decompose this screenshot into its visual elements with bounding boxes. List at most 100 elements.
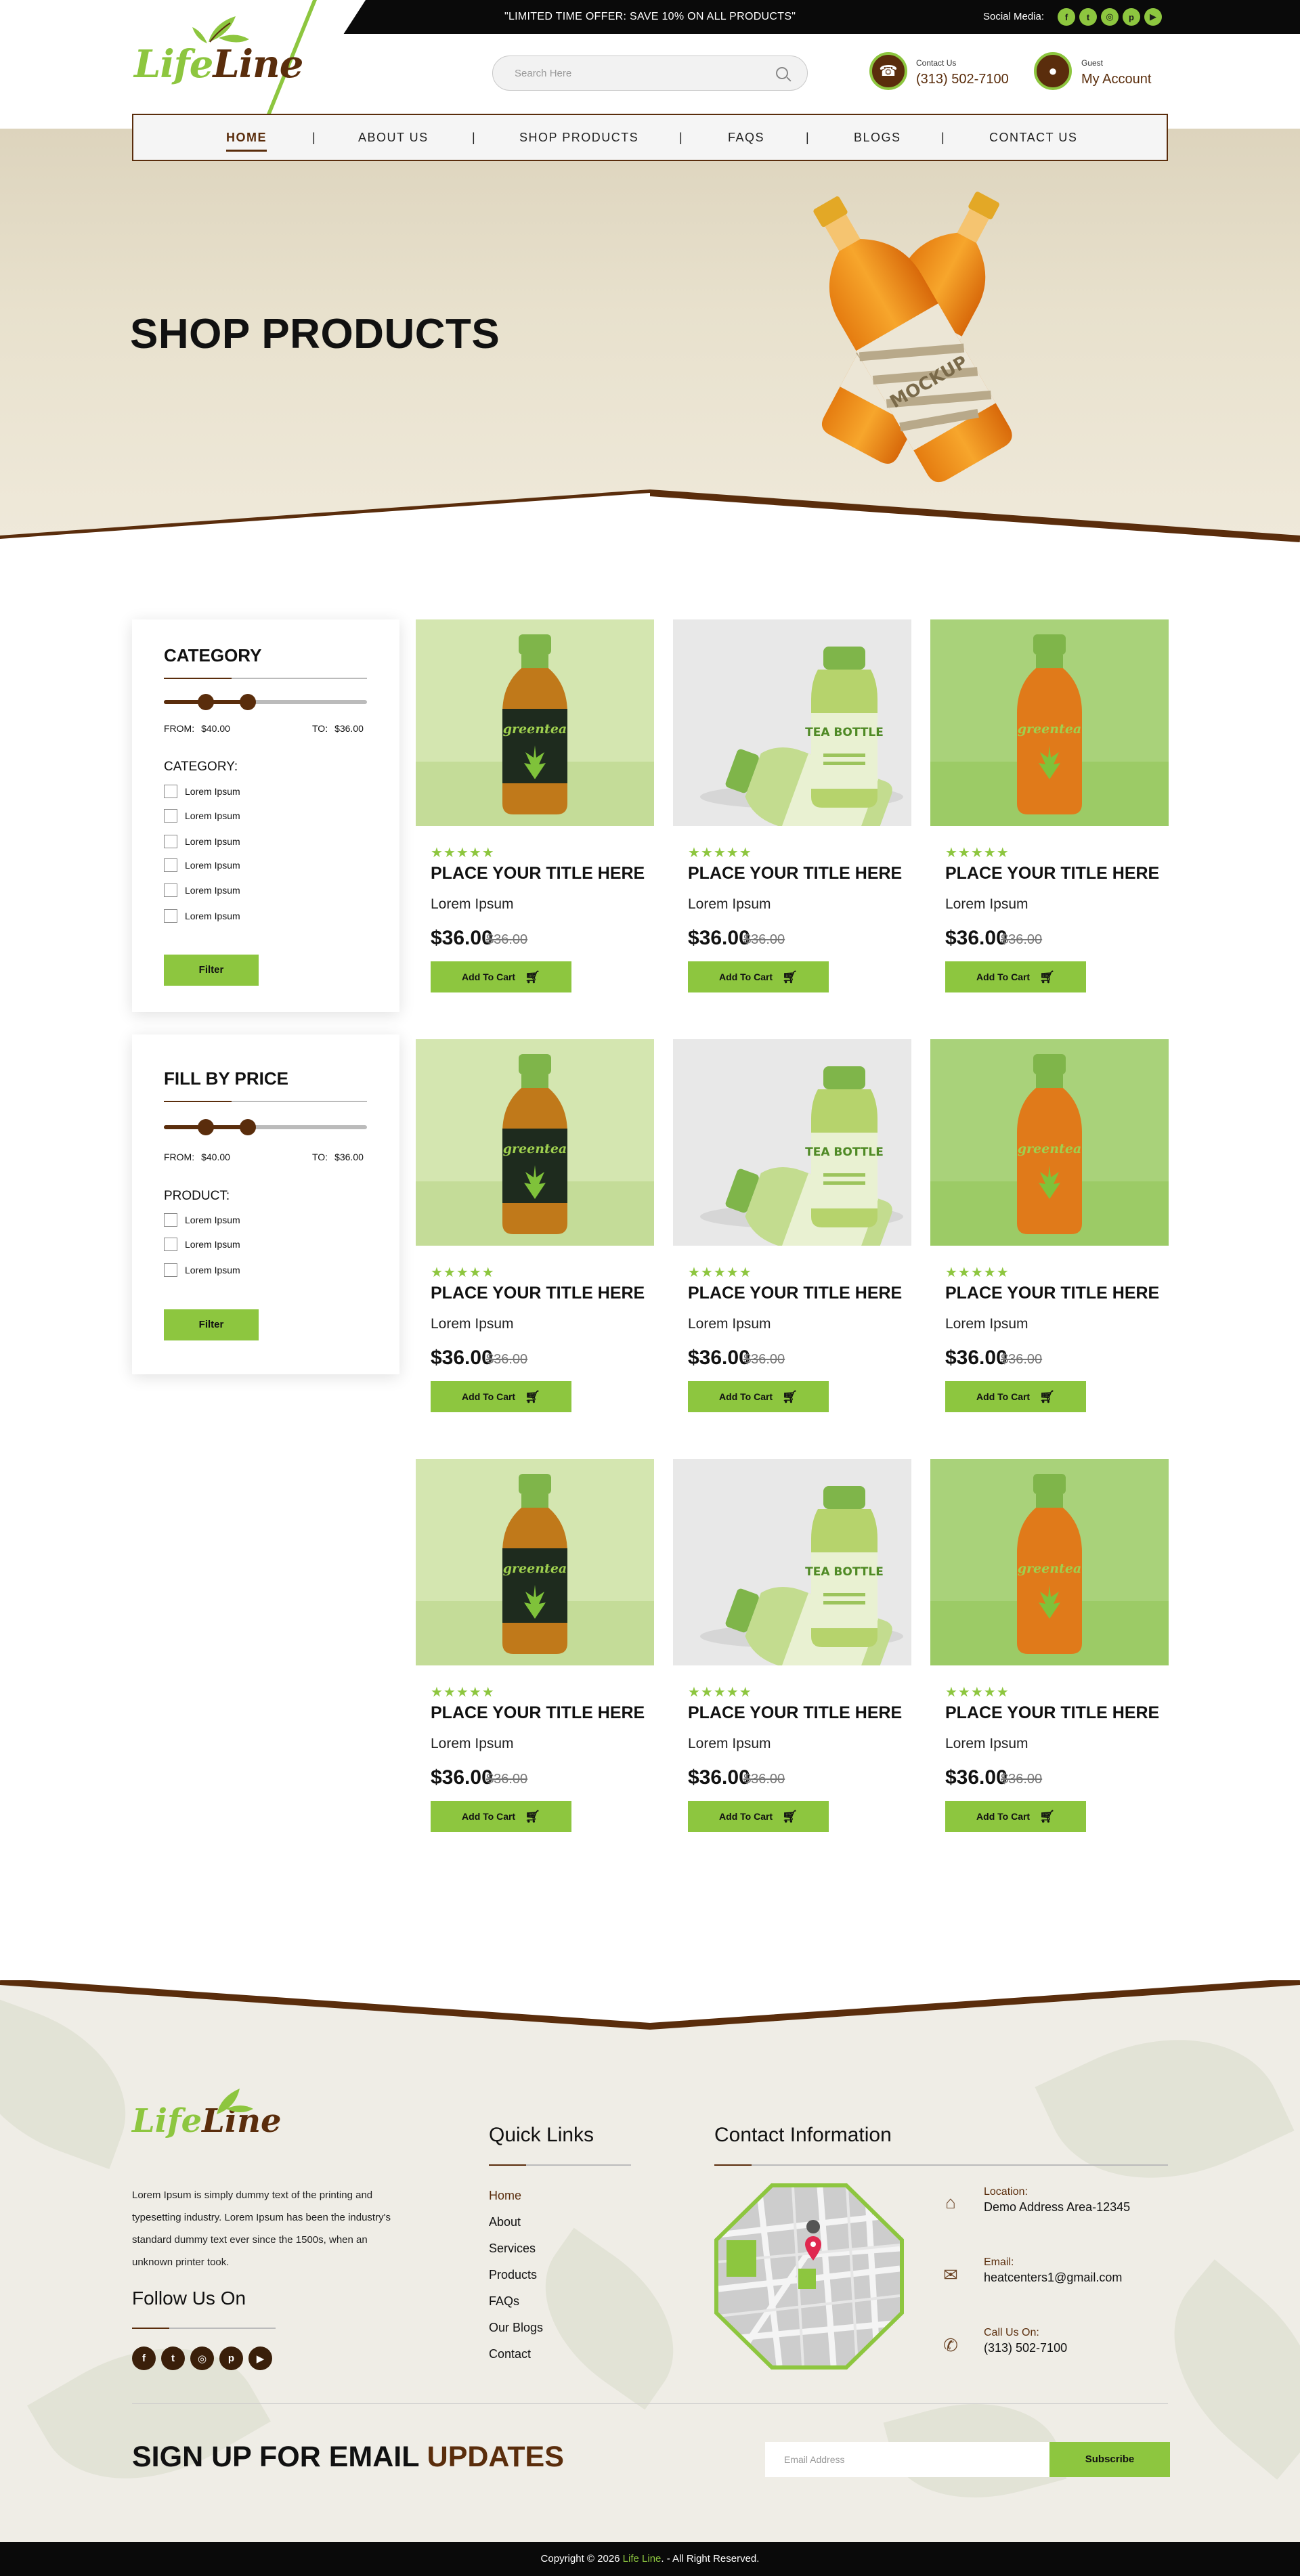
range-min-handle[interactable]	[198, 694, 214, 710]
add-to-cart-button[interactable]: Add To Cart 🛒︎	[945, 1381, 1086, 1412]
phone-icon[interactable]: ☎	[869, 52, 907, 90]
nav-blogs[interactable]: BLOGS	[854, 115, 901, 160]
checkbox[interactable]	[164, 785, 177, 798]
product-title[interactable]: PLACE YOUR TITLE HERE	[431, 1284, 645, 1303]
youtube-icon[interactable]: ▶	[248, 2346, 272, 2370]
range-max-handle[interactable]	[240, 694, 256, 710]
product-title[interactable]: PLACE YOUR TITLE HERE	[945, 864, 1159, 883]
product-title[interactable]: PLACE YOUR TITLE HERE	[688, 864, 902, 883]
footer-link-services[interactable]: Services	[489, 2242, 536, 2256]
product-card[interactable]: greentea ★★★★★ PLACE YOUR TITLE HERE Lor…	[416, 619, 654, 995]
product-title[interactable]: PLACE YOUR TITLE HERE	[945, 1284, 1159, 1303]
category-option[interactable]: Lorem Ipsum	[164, 858, 240, 872]
product-title[interactable]: PLACE YOUR TITLE HERE	[431, 864, 645, 883]
add-to-cart-button[interactable]: Add To Cart 🛒︎	[431, 1381, 571, 1412]
pinterest-icon[interactable]: p	[1123, 8, 1140, 26]
instagram-icon[interactable]: ◎	[190, 2346, 214, 2370]
youtube-icon[interactable]: ▶	[1144, 8, 1162, 26]
contact-phone[interactable]: (313) 502-7100	[916, 72, 1009, 87]
add-to-cart-button[interactable]: Add To Cart 🛒︎	[431, 961, 571, 992]
product-card[interactable]: TEA BOTTLE ★★★★★ PLACE YOUR TITLE HERE L…	[673, 1459, 911, 1835]
my-account-link[interactable]: My Account	[1081, 72, 1151, 87]
category-option[interactable]: Lorem Ipsum	[164, 809, 240, 823]
twitter-icon[interactable]: t	[1079, 8, 1097, 26]
checkbox[interactable]	[164, 858, 177, 872]
footer-link-blogs[interactable]: Our Blogs	[489, 2321, 543, 2335]
nav-about-us[interactable]: ABOUT US	[358, 115, 429, 160]
product-title[interactable]: PLACE YOUR TITLE HERE	[688, 1703, 902, 1723]
checkbox[interactable]	[164, 1263, 177, 1277]
checkbox[interactable]	[164, 1213, 177, 1227]
price-range-slider[interactable]	[164, 1119, 367, 1135]
product-card[interactable]: greentea ★★★★★ PLACE YOUR TITLE HERE Lor…	[416, 1459, 654, 1835]
product-image[interactable]: greentea	[930, 1459, 1169, 1665]
search-input[interactable]: Search Here	[492, 56, 808, 91]
product-title[interactable]: PLACE YOUR TITLE HERE	[431, 1703, 645, 1723]
footer-logo[interactable]: LifeLine	[132, 2089, 282, 2140]
footer-link-about[interactable]: About	[489, 2215, 521, 2229]
category-option[interactable]: Lorem Ipsum	[164, 785, 240, 798]
product-image[interactable]: greentea	[930, 619, 1169, 826]
product-card[interactable]: greentea ★★★★★ PLACE YOUR TITLE HERE Lor…	[930, 619, 1169, 995]
product-option[interactable]: Lorem Ipsum	[164, 1263, 240, 1277]
product-option[interactable]: Lorem Ipsum	[164, 1238, 240, 1251]
product-option[interactable]: Lorem Ipsum	[164, 1213, 240, 1227]
product-title[interactable]: PLACE YOUR TITLE HERE	[688, 1284, 902, 1303]
checkbox[interactable]	[164, 809, 177, 823]
product-card[interactable]: greentea ★★★★★ PLACE YOUR TITLE HERE Lor…	[416, 1039, 654, 1415]
checkbox[interactable]	[164, 883, 177, 897]
checkbox[interactable]	[164, 1238, 177, 1251]
product-image[interactable]: greentea	[416, 1459, 654, 1665]
twitter-icon[interactable]: t	[161, 2346, 185, 2370]
footer-link-home[interactable]: Home	[489, 2189, 521, 2203]
add-to-cart-button[interactable]: Add To Cart 🛒︎	[688, 961, 829, 992]
email-value[interactable]: heatcenters1@gmail.com	[984, 2271, 1122, 2285]
category-option[interactable]: Lorem Ipsum	[164, 883, 240, 897]
range-max-handle[interactable]	[240, 1119, 256, 1135]
nav-contact-us[interactable]: CONTACT US	[989, 115, 1077, 160]
add-to-cart-button[interactable]: Add To Cart 🛒︎	[945, 1801, 1086, 1832]
facebook-icon[interactable]: f	[1058, 8, 1075, 26]
product-image[interactable]: TEA BOTTLE	[673, 619, 911, 826]
category-option[interactable]: Lorem Ipsum	[164, 835, 240, 848]
user-icon[interactable]: ●	[1034, 52, 1072, 90]
call-value[interactable]: (313) 502-7100	[984, 2341, 1067, 2355]
add-to-cart-button[interactable]: Add To Cart 🛒︎	[688, 1381, 829, 1412]
product-image[interactable]: TEA BOTTLE	[673, 1459, 911, 1665]
category-filter-button[interactable]: Filter	[164, 955, 259, 986]
price-filter-button[interactable]: Filter	[164, 1309, 259, 1340]
product-card[interactable]: TEA BOTTLE ★★★★★ PLACE YOUR TITLE HERE L…	[673, 1039, 911, 1415]
nav-home[interactable]: HOME	[226, 115, 267, 160]
email-input[interactable]: Email Address	[765, 2442, 1049, 2477]
product-image[interactable]: greentea	[930, 1039, 1169, 1246]
product-title[interactable]: PLACE YOUR TITLE HERE	[945, 1703, 1159, 1723]
product-image[interactable]: greentea	[416, 619, 654, 826]
location-map[interactable]	[714, 2183, 904, 2370]
product-card[interactable]: greentea ★★★★★ PLACE YOUR TITLE HERE Lor…	[930, 1459, 1169, 1835]
product-card[interactable]: TEA BOTTLE ★★★★★ PLACE YOUR TITLE HERE L…	[673, 619, 911, 995]
range-min-handle[interactable]	[198, 1119, 214, 1135]
copyright-brand[interactable]: Life Line	[623, 2553, 662, 2564]
product-image[interactable]: TEA BOTTLE	[673, 1039, 911, 1246]
checkbox[interactable]	[164, 909, 177, 923]
add-to-cart-button[interactable]: Add To Cart 🛒︎	[431, 1801, 571, 1832]
site-logo[interactable]: LifeLine	[134, 11, 303, 92]
nav-faqs[interactable]: FAQS	[728, 115, 764, 160]
instagram-icon[interactable]: ◎	[1101, 8, 1119, 26]
product-subtitle: Lorem Ipsum	[945, 1316, 1028, 1332]
footer-link-faqs[interactable]: FAQs	[489, 2294, 519, 2309]
category-option[interactable]: Lorem Ipsum	[164, 909, 240, 923]
checkbox[interactable]	[164, 835, 177, 848]
nav-shop-products[interactable]: SHOP PRODUCTS	[519, 115, 638, 160]
footer-link-contact[interactable]: Contact	[489, 2347, 531, 2361]
search-icon[interactable]	[776, 67, 788, 79]
footer-link-products[interactable]: Products	[489, 2268, 537, 2282]
subscribe-button[interactable]: Subscribe	[1049, 2442, 1170, 2477]
pinterest-icon[interactable]: p	[219, 2346, 243, 2370]
add-to-cart-button[interactable]: Add To Cart 🛒︎	[688, 1801, 829, 1832]
product-image[interactable]: greentea	[416, 1039, 654, 1246]
product-card[interactable]: greentea ★★★★★ PLACE YOUR TITLE HERE Lor…	[930, 1039, 1169, 1415]
add-to-cart-button[interactable]: Add To Cart 🛒︎	[945, 961, 1086, 992]
facebook-icon[interactable]: f	[132, 2346, 156, 2370]
category-range-slider[interactable]	[164, 694, 367, 710]
